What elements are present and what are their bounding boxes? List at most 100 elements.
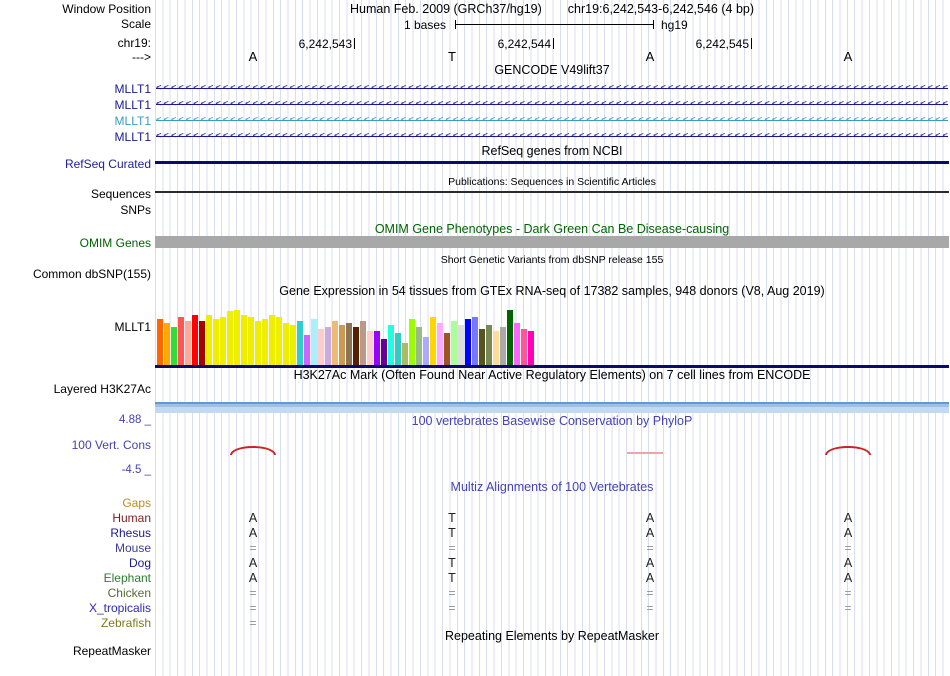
coord-label: 6,242,543 [298, 37, 352, 51]
gtex-expression-bar [493, 331, 499, 365]
gene-label[interactable]: MLLT1 [0, 131, 151, 144]
gtex-gene-label[interactable]: MLLT1 [0, 321, 151, 334]
coord-tick [354, 38, 355, 49]
refseq-curated-label[interactable]: RefSeq Curated [0, 158, 151, 171]
phylop-title: 100 vertebrates Basewise Conservation by… [411, 414, 693, 428]
species-label[interactable]: X_tropicalis [0, 601, 151, 616]
species-label[interactable]: Mouse [0, 541, 151, 556]
alignment-base: A [645, 556, 655, 570]
species-label[interactable]: Rhesus [0, 526, 151, 541]
alignment-base: A [843, 511, 853, 525]
gtex-title: Gene Expression in 54 tissues from GTEx … [279, 284, 825, 298]
alignment-base: = [249, 616, 257, 630]
alignment-base: A [248, 526, 258, 540]
coord-label: 6,242,545 [695, 37, 749, 51]
vert-cons-label[interactable]: 100 Vert. Cons [0, 439, 151, 452]
gtex-expression-bar [416, 327, 422, 365]
alignment-base: = [844, 601, 852, 615]
window-position-label: Window Position [62, 2, 151, 16]
omim-genes-label[interactable]: OMIM Genes [0, 237, 151, 250]
multiz-row-human: Human A T A A [0, 511, 950, 526]
alignment-base: A [843, 556, 853, 570]
scale-bar [455, 20, 654, 29]
gtex-expression-bar [241, 315, 247, 365]
gene-label[interactable]: MLLT1 [0, 99, 151, 112]
gtex-expression-bar [409, 319, 415, 365]
position-range: chr19:6,242,543-6,242,546 (4 bp) [567, 2, 755, 16]
snps-label[interactable]: SNPs [0, 204, 151, 217]
gtex-bars[interactable] [157, 305, 534, 365]
h3k27ac-title: H3K27Ac Mark (Often Found Near Active Re… [293, 368, 811, 382]
gene-row: MLLT1 <<<<<<<<<<<<<<<<<<<<<<<<<<<<<<<<<<<… [0, 97, 950, 113]
alignment-base: = [249, 586, 257, 600]
scale-bar-line [456, 24, 653, 25]
ruler-base: A [645, 49, 655, 64]
alignment-base: A [843, 526, 853, 540]
gtex-expression-bar [353, 327, 359, 365]
species-label[interactable]: Gaps [0, 496, 151, 511]
gtex-expression-bar [444, 333, 450, 365]
gtex-expression-bar [486, 325, 492, 365]
alignment-base: = [646, 541, 654, 555]
phylop-flat-mark[interactable] [627, 452, 663, 454]
repeatmasker-label[interactable]: RepeatMasker [0, 645, 151, 658]
gtex-expression-bar [395, 333, 401, 365]
omim-genes-track[interactable] [155, 236, 949, 248]
gtex-expression-bar [206, 315, 212, 365]
alignment-base: A [248, 556, 258, 570]
species-label[interactable]: Elephant [0, 571, 151, 586]
gtex-expression-bar [402, 343, 408, 365]
phylop-max-label: 4.88 _ [119, 414, 151, 426]
scale-assembly: hg19 [661, 18, 688, 32]
dbsnp-title: Short Genetic Variants from dbSNP releas… [440, 254, 664, 266]
multiz-row-chicken: Chicken = = = = [0, 586, 950, 601]
gtex-expression-bar [199, 321, 205, 365]
alignment-base: A [843, 571, 853, 585]
repeatmasker-title: Repeating Elements by RepeatMasker [444, 629, 659, 643]
coord-tick [751, 38, 752, 49]
layered-h3k27ac-label[interactable]: Layered H3K27Ac [0, 383, 151, 396]
refseq-dense-track[interactable] [155, 161, 949, 164]
gene-row: MLLT1 <<<<<<<<<<<<<<<<<<<<<<<<<<<<<<<<<<<… [0, 113, 950, 129]
gene-intron-line[interactable]: <<<<<<<<<<<<<<<<<<<<<<<<<<<<<<<<<<<<<<<<… [156, 129, 948, 145]
gene-intron-line[interactable]: <<<<<<<<<<<<<<<<<<<<<<<<<<<<<<<<<<<<<<<<… [156, 81, 948, 97]
h3k27ac-signal-track[interactable] [155, 402, 949, 413]
publications-dense-track[interactable] [155, 191, 949, 193]
gtex-expression-bar [521, 329, 527, 365]
gtex-expression-bar [430, 317, 436, 365]
species-label[interactable]: Zebrafish [0, 616, 151, 631]
multiz-row-mouse: Mouse = = = = [0, 541, 950, 556]
refseq-title: RefSeq genes from NCBI [481, 144, 623, 158]
gtex-expression-bar [318, 329, 324, 365]
gtex-expression-bar [297, 321, 303, 365]
common-dbsnp-label[interactable]: Common dbSNP(155) [0, 268, 151, 281]
gtex-expression-bar [171, 327, 177, 365]
alignment-base: = [646, 601, 654, 615]
gtex-expression-bar [339, 325, 345, 365]
gene-label[interactable]: MLLT1 [0, 115, 151, 128]
gtex-expression-bar [479, 329, 485, 365]
gtex-expression-bar [458, 325, 464, 365]
gtex-expression-bar [304, 335, 310, 365]
gene-intron-line[interactable]: <<<<<<<<<<<<<<<<<<<<<<<<<<<<<<<<<<<<<<<<… [156, 97, 948, 113]
scale-value: 1 bases [403, 18, 446, 32]
assembly-name: Human Feb. 2009 (GRCh37/hg19) [349, 2, 542, 16]
species-label[interactable]: Chicken [0, 586, 151, 601]
species-label[interactable]: Dog [0, 556, 151, 571]
species-label[interactable]: Human [0, 511, 151, 526]
gene-intron-line[interactable]: <<<<<<<<<<<<<<<<<<<<<<<<<<<<<<<<<<<<<<<<… [156, 113, 948, 129]
gtex-expression-bar [164, 323, 170, 365]
phylop-min-label: -4.5 _ [121, 464, 151, 476]
alignment-base: A [645, 571, 655, 585]
coord-label: 6,242,544 [497, 37, 551, 51]
sequences-label[interactable]: Sequences [0, 188, 151, 201]
gene-label[interactable]: MLLT1 [0, 83, 151, 96]
gtex-expression-bar [185, 321, 191, 365]
alignment-base: T [448, 511, 456, 525]
gtex-expression-bar [514, 323, 520, 365]
gtex-expression-bar [388, 325, 394, 365]
gtex-expression-bar [157, 319, 163, 365]
omim-title: OMIM Gene Phenotypes - Dark Green Can Be… [374, 222, 730, 236]
gtex-expression-bar [255, 321, 261, 365]
chrom-label: chr19: [117, 36, 151, 50]
